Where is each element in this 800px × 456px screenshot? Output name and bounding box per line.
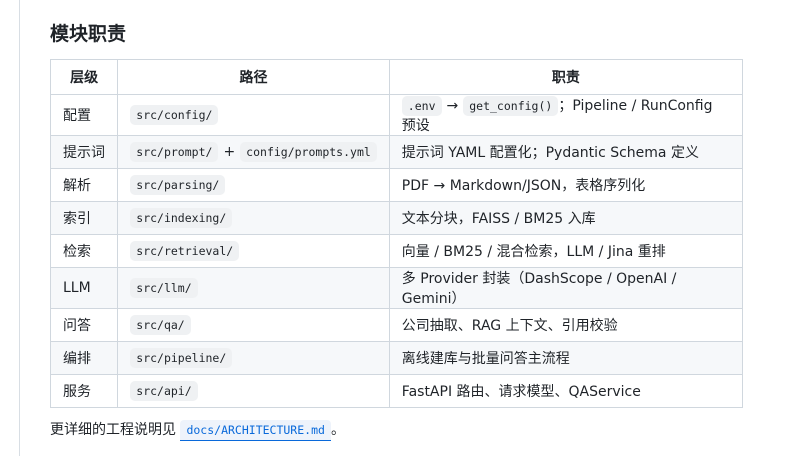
- layer-cell: 提示词: [49, 135, 119, 169]
- duty-cell: 提示词 YAML 配置化；Pydantic Schema 定义: [388, 135, 744, 169]
- duty-cell: .env → get_config() ；Pipeline / RunConfig 预…: [388, 94, 744, 136]
- table-row: LLM src/llm/ 多 Provider 封装（DashScope / O…: [49, 267, 744, 309]
- arrow-glyph: →: [446, 98, 459, 114]
- header-layer: 层级: [49, 59, 119, 95]
- footer-suffix: 。: [330, 422, 345, 438]
- header-path: 路径: [117, 59, 390, 95]
- path-cell: src/parsing/: [117, 168, 390, 202]
- table-row: 编排 src/pipeline/ 离线建库与批量问答主流程: [49, 341, 744, 375]
- content-left-border: [19, 0, 20, 456]
- plus-separator: +: [223, 144, 236, 160]
- table-row: 检索 src/retrieval/ 向量 / BM25 / 混合检索，LLM /…: [49, 234, 744, 268]
- path-code: src/prompt/: [130, 142, 219, 162]
- layer-cell: 检索: [49, 234, 119, 268]
- layer-cell: 索引: [49, 201, 119, 235]
- path-code-secondary: config/prompts.yml: [240, 142, 377, 162]
- path-code: src/qa/: [130, 315, 191, 335]
- architecture-doc-link-code: docs/ARCHITECTURE.md: [180, 420, 331, 441]
- duty-cell: 向量 / BM25 / 混合检索，LLM / Jina 重排: [388, 234, 744, 268]
- table-row: 服务 src/api/ FastAPI 路由、请求模型、QAService: [49, 374, 744, 408]
- path-cell: src/retrieval/: [117, 234, 390, 268]
- header-duty: 职责: [388, 59, 744, 95]
- table-row: 问答 src/qa/ 公司抽取、RAG 上下文、引用校验: [49, 308, 744, 342]
- duty-cell: 文本分块，FAISS / BM25 入库: [388, 201, 744, 235]
- layer-cell: 编排: [49, 341, 119, 375]
- layer-cell: 服务: [49, 374, 119, 408]
- module-responsibility-table: 层级 路径 职责 配置 src/config/ .env → get_config(…: [49, 59, 744, 408]
- section-heading: 模块职责: [50, 23, 127, 45]
- path-code: src/parsing/: [130, 175, 226, 195]
- path-cell: src/prompt/+ config/prompts.yml: [117, 135, 390, 169]
- path-cell: src/config/: [117, 94, 390, 136]
- table-row: 索引 src/indexing/ 文本分块，FAISS / BM25 入库: [49, 201, 744, 235]
- layer-cell: 配置: [49, 94, 119, 136]
- path-cell: src/indexing/: [117, 201, 390, 235]
- layer-cell: 解析: [49, 168, 119, 202]
- path-code: src/api/: [130, 381, 198, 401]
- get-config-code: get_config(): [463, 96, 559, 116]
- duty-cell: 公司抽取、RAG 上下文、引用校验: [388, 308, 744, 342]
- path-code: src/indexing/: [130, 208, 233, 228]
- layer-cell: LLM: [49, 267, 119, 309]
- table-row: 解析 src/parsing/ PDF → Markdown/JSON，表格序列…: [49, 168, 744, 202]
- duty-cell: PDF → Markdown/JSON，表格序列化: [388, 168, 744, 202]
- path-code: src/config/: [130, 105, 219, 125]
- duty-cell: 离线建库与批量问答主流程: [388, 341, 744, 375]
- table-header-row: 层级 路径 职责: [49, 59, 744, 95]
- env-code: .env: [401, 96, 442, 116]
- path-cell: src/pipeline/: [117, 341, 390, 375]
- layer-cell: 问答: [49, 308, 119, 342]
- duty-cell: FastAPI 路由、请求模型、QAService: [388, 374, 744, 408]
- path-code: src/pipeline/: [130, 348, 233, 368]
- duty-cell: 多 Provider 封装（DashScope / OpenAI / Gemin…: [388, 267, 744, 309]
- footer-prefix: 更详细的工程说明见: [50, 422, 176, 438]
- path-code: src/llm/: [130, 278, 198, 298]
- path-cell: src/llm/: [117, 267, 390, 309]
- table-row: 提示词 src/prompt/+ config/prompts.yml 提示词 Y…: [49, 135, 744, 169]
- path-cell: src/qa/: [117, 308, 390, 342]
- path-cell: src/api/: [117, 374, 390, 408]
- table-row: 配置 src/config/ .env → get_config() ；Pipelin…: [49, 94, 744, 136]
- architecture-doc-link[interactable]: docs/ARCHITECTURE.md: [180, 420, 331, 441]
- path-code: src/retrieval/: [130, 241, 240, 261]
- footer-note: 更详细的工程说明见 docs/ARCHITECTURE.md。: [50, 418, 345, 442]
